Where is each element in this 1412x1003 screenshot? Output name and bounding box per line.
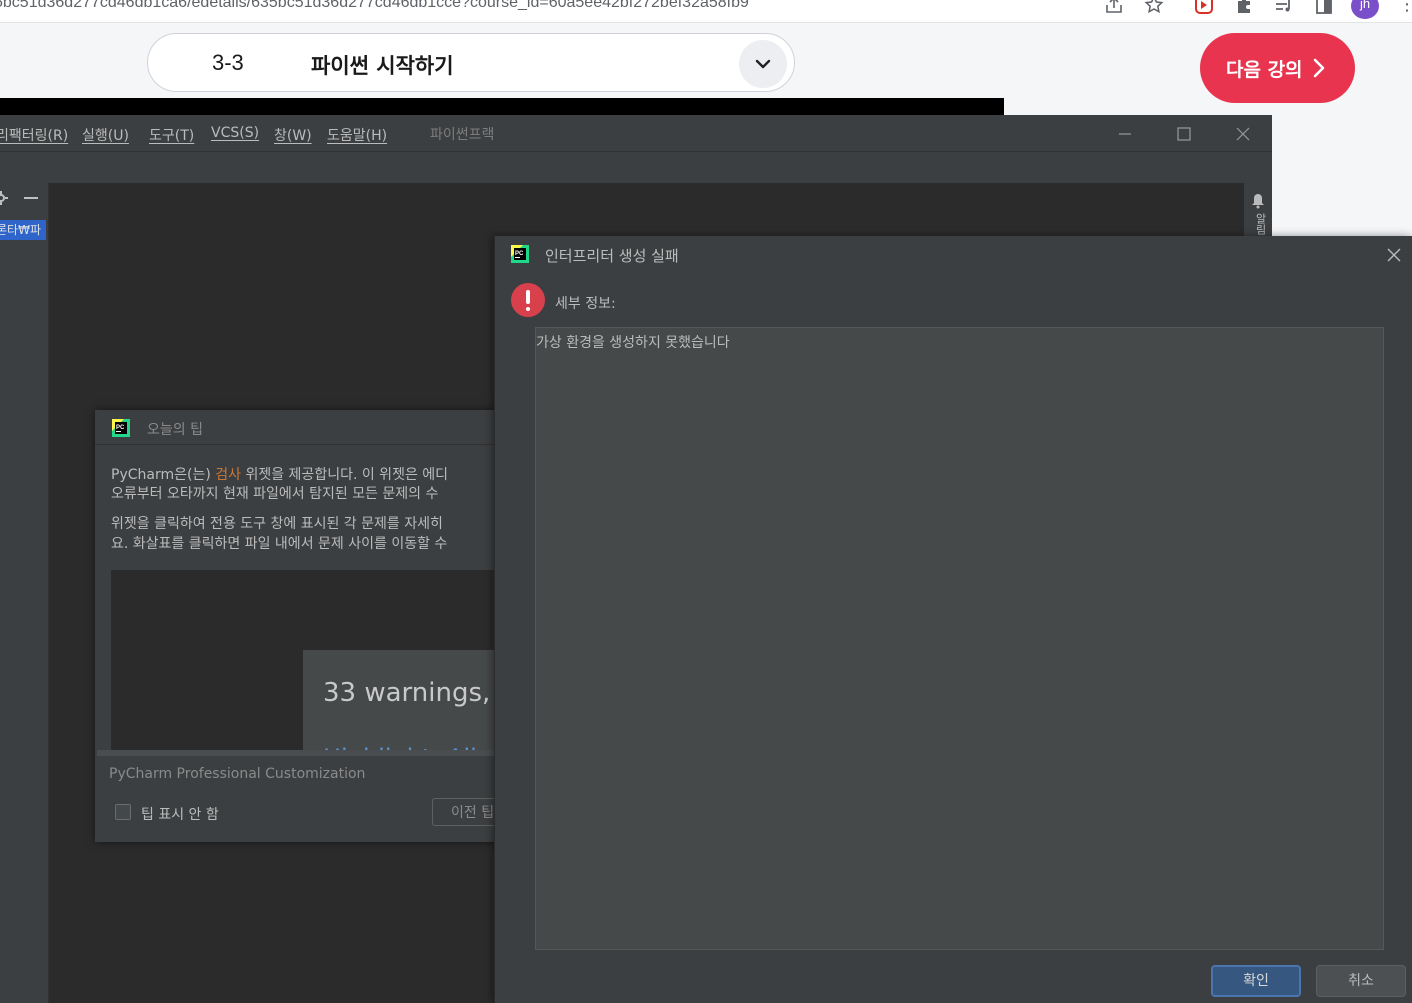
chevron-right-icon <box>1313 58 1325 78</box>
tip-paragraph-1-line-2: 오류부터 오타까지 현재 파일에서 탐지된 모든 문제의 수 <box>111 486 439 502</box>
tip-paragraph-1-line-1: PyCharm은(는) 검사 위젯을 제공합니다. 이 위젯은 에디 <box>111 467 449 483</box>
svg-text:PC: PC <box>515 251 524 257</box>
notification-bell-icon[interactable] <box>1251 193 1265 209</box>
browser-menu-icon[interactable]: ⋮ <box>1398 0 1412 15</box>
tip-source-caption: PyCharm Professional Customization <box>109 766 366 782</box>
details-label: 세부 정보: <box>555 296 616 312</box>
close-icon[interactable] <box>1385 246 1403 264</box>
hide-panel-icon[interactable] <box>22 191 40 205</box>
dont-show-tips-label[interactable]: 팁 표시 안 함 <box>141 804 219 824</box>
details-text: 가상 환경을 생성하지 못했습니다 <box>536 335 730 351</box>
menu-refactor[interactable]: 리팩터링(R) <box>0 125 68 145</box>
browser-address-bar[interactable]: 5bc51d36d277cd46db1ca6/edetails/635bc51d… <box>0 0 1412 23</box>
project-panel: 론타₩파 <box>0 183 49 1003</box>
pycharm-logo-icon: PC <box>511 245 529 263</box>
lecture-selector[interactable]: 3-3 파이썬 시작하기 <box>147 33 795 92</box>
gear-icon[interactable] <box>0 191 8 205</box>
ok-button[interactable]: 확인 <box>1211 965 1301 997</box>
tip-paragraph-2-line-1: 위젯을 클릭하여 전용 도구 창에 표시된 각 문제를 자세히 <box>111 516 443 532</box>
error-dialog-title: 인터프리터 생성 실패 <box>545 247 679 265</box>
share-icon[interactable] <box>1104 0 1124 15</box>
project-tree-item[interactable]: 론타₩파 <box>0 220 46 240</box>
interpreter-error-dialog: PC 인터프리터 생성 실패 세부 정보: 가상 환경을 생성하지 못했습니다 … <box>494 236 1412 1003</box>
inspection-link[interactable]: 검사 <box>215 467 241 483</box>
next-lecture-label: 다음 강의 <box>1226 59 1303 81</box>
chevron-down-icon <box>755 59 771 69</box>
bookmark-star-icon[interactable] <box>1144 0 1164 15</box>
tip-warnings-text: 33 warnings, <box>323 678 491 708</box>
menu-tools[interactable]: 도구(T) <box>149 125 194 145</box>
profile-avatar[interactable]: jh <box>1351 0 1379 19</box>
menu-vcs[interactable]: VCS(S) <box>211 125 259 141</box>
tip-paragraph-2-line-2: 요. 화살표를 클릭하면 파일 내에서 문제 사이를 이동할 수 <box>111 536 448 552</box>
tip-illustration-widget: 33 warnings, Highlight: All <box>303 650 515 772</box>
tip-titlebar: PC 오늘의 팁 <box>95 410 515 445</box>
pycharm-logo-icon: PC <box>112 419 130 437</box>
menu-help[interactable]: 도움말(H) <box>327 125 387 145</box>
tip-dialog-title: 오늘의 팁 <box>147 422 203 438</box>
extension-red-icon[interactable] <box>1194 0 1214 15</box>
svg-text:PC: PC <box>116 425 125 431</box>
side-panel-icon[interactable] <box>1314 0 1334 15</box>
next-lecture-button[interactable]: 다음 강의 <box>1200 33 1355 103</box>
dont-show-tips-checkbox[interactable] <box>115 804 131 820</box>
tip-illustration: 33 warnings, Highlight: All <box>111 570 515 772</box>
notifications-tab[interactable]: 알림 <box>1252 213 1268 235</box>
lecture-number: 3-3 <box>212 50 244 75</box>
media-queue-icon[interactable] <box>1274 0 1294 15</box>
error-titlebar: PC 인터프리터 생성 실패 <box>495 236 1412 274</box>
menu-run[interactable]: 실행(U) <box>82 125 129 145</box>
error-icon <box>511 283 545 317</box>
tip-scrollbar[interactable] <box>97 750 497 756</box>
lecture-title: 파이썬 시작하기 <box>311 54 454 78</box>
tip-footer <box>95 750 515 842</box>
ide-toolbar <box>0 152 1272 184</box>
window-close-icon[interactable] <box>1233 124 1253 144</box>
project-name: 파이썬프랙 <box>430 127 495 143</box>
maximize-icon[interactable] <box>1174 124 1194 144</box>
minimize-icon[interactable] <box>1115 124 1135 144</box>
menu-window[interactable]: 창(W) <box>274 125 312 145</box>
ide-menubar: 리팩터링(R) 실행(U) 도구(T) VCS(S) 창(W) 도움말(H) 파… <box>0 115 1272 152</box>
cancel-button[interactable]: 취소 <box>1316 965 1406 997</box>
url-text[interactable]: 5bc51d36d277cd46db1ca6/edetails/635bc51d… <box>0 0 749 12</box>
lecture-dropdown-button[interactable] <box>739 40 787 88</box>
video-player-top <box>0 98 1004 115</box>
details-text-area[interactable]: 가상 환경을 생성하지 못했습니다 <box>535 327 1384 950</box>
tip-of-the-day-dialog: PC 오늘의 팁 PyCharm은(는) 검사 위젯을 제공합니다. 이 위젯은… <box>95 410 515 842</box>
extensions-puzzle-icon[interactable] <box>1234 0 1254 15</box>
